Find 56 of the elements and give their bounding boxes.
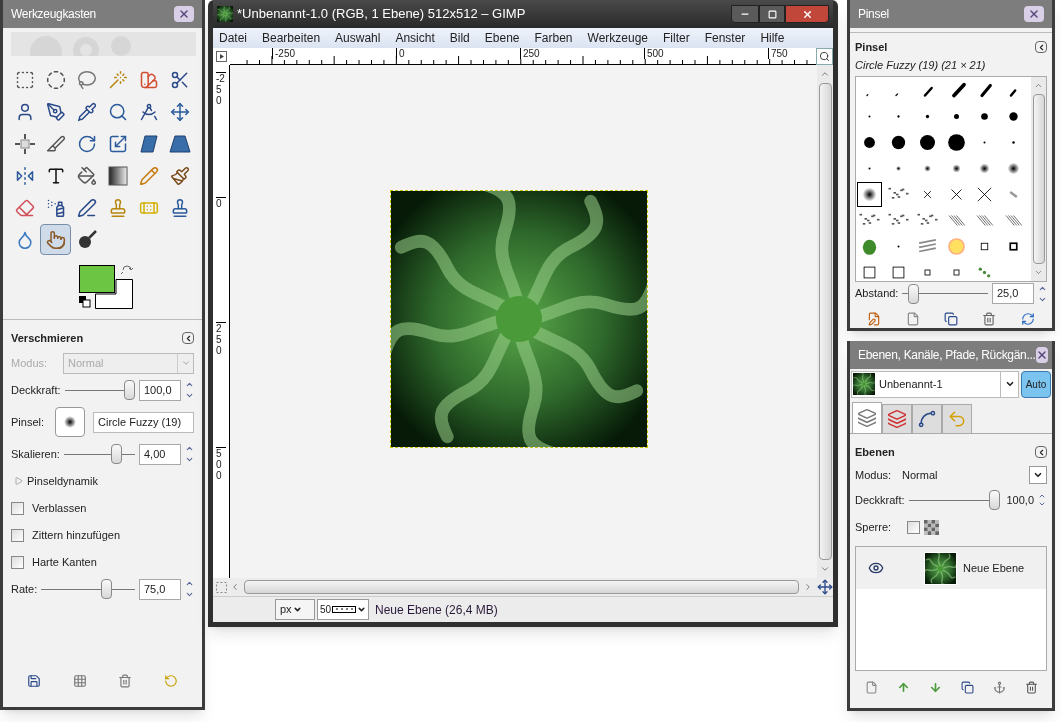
checkbox-label: Zittern hinzufügen bbox=[32, 527, 121, 543]
opacity-value[interactable]: 100,0 bbox=[1004, 491, 1034, 509]
checkbox-label: Verblassen bbox=[32, 500, 87, 516]
menu-item[interactable]: Bild bbox=[449, 29, 470, 47]
menu-item[interactable]: Auswahl bbox=[335, 29, 381, 47]
field-label: Pinsel: bbox=[11, 414, 46, 430]
panel-title: Ebenen, Kanäle, Pfade, Rückgän... bbox=[858, 347, 1036, 364]
slider-label: Skalieren: bbox=[11, 446, 60, 462]
menu-item[interactable]: Hilfe bbox=[760, 29, 785, 47]
ruler-label: -250 bbox=[216, 72, 226, 106]
slider-label: Abstand: bbox=[855, 286, 899, 302]
menu-item[interactable]: Ebene bbox=[484, 29, 520, 47]
options-title: Verschmieren bbox=[11, 330, 84, 346]
brush-info: Circle Fuzzy (19) (21 × 21) bbox=[855, 58, 987, 73]
image-dropdown[interactable]: Unbenannt-1 bbox=[851, 370, 1019, 398]
number-field[interactable]: 100,0 bbox=[139, 379, 181, 401]
menu-item[interactable]: Bearbeiten bbox=[262, 29, 321, 47]
auto-button[interactable]: Auto bbox=[1021, 370, 1051, 398]
slider-label: Deckkraft: bbox=[855, 492, 905, 508]
menu-item[interactable]: Datei bbox=[219, 29, 247, 47]
slider-label: Rate: bbox=[11, 581, 38, 597]
slider-label: Deckkraft: bbox=[11, 382, 61, 398]
number-field[interactable]: 75,0 bbox=[139, 578, 181, 600]
image-name: Unbenannt-1 bbox=[879, 376, 944, 392]
window-title: *Unbenannt-1.0 (RGB, 1 Ebene) 512x512 – GIMP bbox=[237, 5, 527, 24]
ruler-label: 0 bbox=[216, 197, 226, 209]
brush-name-field[interactable]: Circle Fuzzy (19) bbox=[93, 411, 194, 433]
checkbox-label: Harte Kanten bbox=[32, 554, 97, 570]
ruler-label: 500 bbox=[644, 48, 664, 59]
mode-value[interactable]: Normal bbox=[902, 466, 1029, 484]
status-message: Neue Ebene (26,4 MB) bbox=[375, 601, 498, 619]
ruler-label: 250 bbox=[216, 322, 226, 356]
menu-item[interactable]: Werkzeuge bbox=[587, 29, 648, 47]
menu-item[interactable]: Farben bbox=[534, 29, 573, 47]
zoom-dropdown[interactable]: 50 bbox=[317, 599, 369, 620]
ruler-label: 750 bbox=[768, 48, 788, 59]
field-label: Sperre: bbox=[855, 519, 893, 535]
menu-item[interactable]: Filter bbox=[663, 29, 690, 47]
expander[interactable]: Pinseldynamik bbox=[11, 469, 194, 493]
number-field[interactable]: 25,0 bbox=[992, 283, 1034, 304]
panel-title: Werkzeugkasten bbox=[11, 6, 96, 23]
ruler-label: 0 bbox=[396, 48, 405, 59]
panel-heading: Pinsel bbox=[855, 39, 888, 55]
unit-dropdown[interactable]: px bbox=[275, 599, 315, 620]
panel-heading: Ebenen bbox=[855, 444, 895, 460]
menu-item[interactable]: Fenster bbox=[704, 29, 746, 47]
ruler-label: 250 bbox=[520, 48, 540, 59]
menu-item[interactable]: Ansicht bbox=[395, 29, 435, 47]
ruler-label: 500 bbox=[216, 447, 226, 481]
layer-name: Neue Ebene bbox=[963, 560, 1025, 576]
layer-row[interactable]: Neue Ebene bbox=[856, 547, 1046, 589]
field-label: Modus: bbox=[855, 467, 893, 483]
field-label: Modus: bbox=[11, 355, 49, 371]
number-field[interactable]: 4,00 bbox=[139, 443, 181, 465]
ruler-label: -250 bbox=[272, 48, 295, 59]
panel-title: Pinsel bbox=[858, 6, 889, 23]
